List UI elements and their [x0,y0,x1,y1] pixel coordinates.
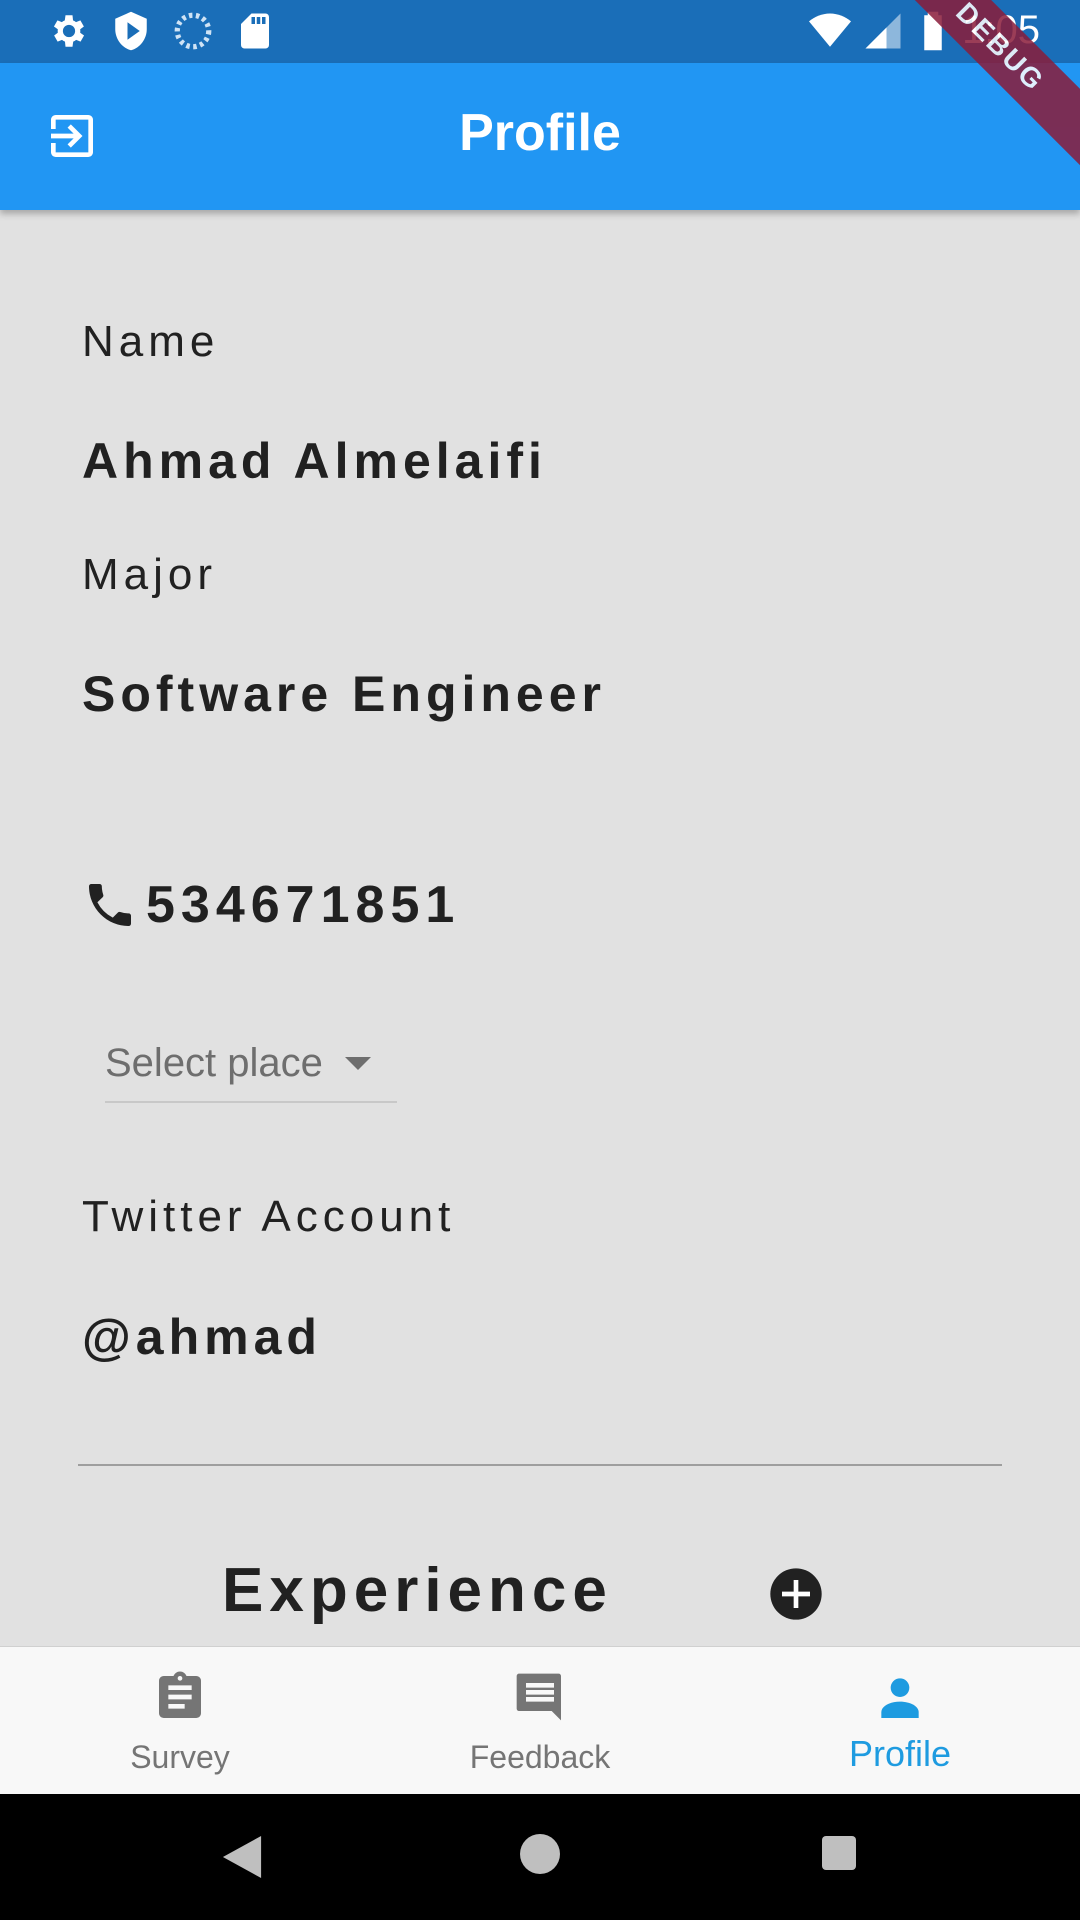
wifi-icon [809,13,851,47]
major-value: Software Engineer [82,666,606,722]
signal-icon [865,13,901,49]
nav-item-survey[interactable]: Survey [0,1647,360,1795]
recents-icon[interactable] [822,1836,856,1870]
dropdown-arrow-icon [344,1056,371,1070]
nav-label-survey: Survey [130,1739,230,1775]
place-dropdown[interactable]: Select place [105,1025,397,1103]
section-divider [78,1464,1002,1466]
person-icon [881,1678,919,1718]
system-nav-bar [0,1794,1080,1920]
name-label: Name [82,317,220,366]
nav-label-profile: Profile [848,1733,952,1774]
bottom-navigation: Survey Feedback Profile [0,1646,1080,1795]
settings-icon [53,15,85,47]
sync-icon [174,12,212,50]
nav-item-profile[interactable]: Profile [720,1647,1080,1795]
back-icon[interactable] [222,1836,262,1878]
experience-title: Experience [222,1556,613,1625]
major-label: Major [82,550,218,599]
home-icon[interactable] [520,1834,560,1874]
name-value: Ahmad Almelaifi [82,433,547,489]
twitter-value: @ahmad [82,1309,322,1365]
nav-label-feedback: Feedback [469,1739,611,1775]
place-dropdown-placeholder: Select place [105,1040,323,1085]
app-bar: Profile [0,63,1080,210]
phone-row: 534671851 [82,870,460,940]
clipboard-icon [159,1671,201,1718]
nav-item-feedback[interactable]: Feedback [360,1647,720,1795]
twitter-label: Twitter Account [82,1192,456,1241]
sd-card-icon [241,13,269,49]
status-bar: 1:05 [0,0,1080,63]
shield-icon [115,11,147,51]
add-experience-icon[interactable] [768,1566,824,1622]
phone-icon [89,884,131,926]
chat-icon [516,1673,561,1721]
phone-number: 534671851 [146,876,461,934]
page-title: Profile [459,104,621,162]
